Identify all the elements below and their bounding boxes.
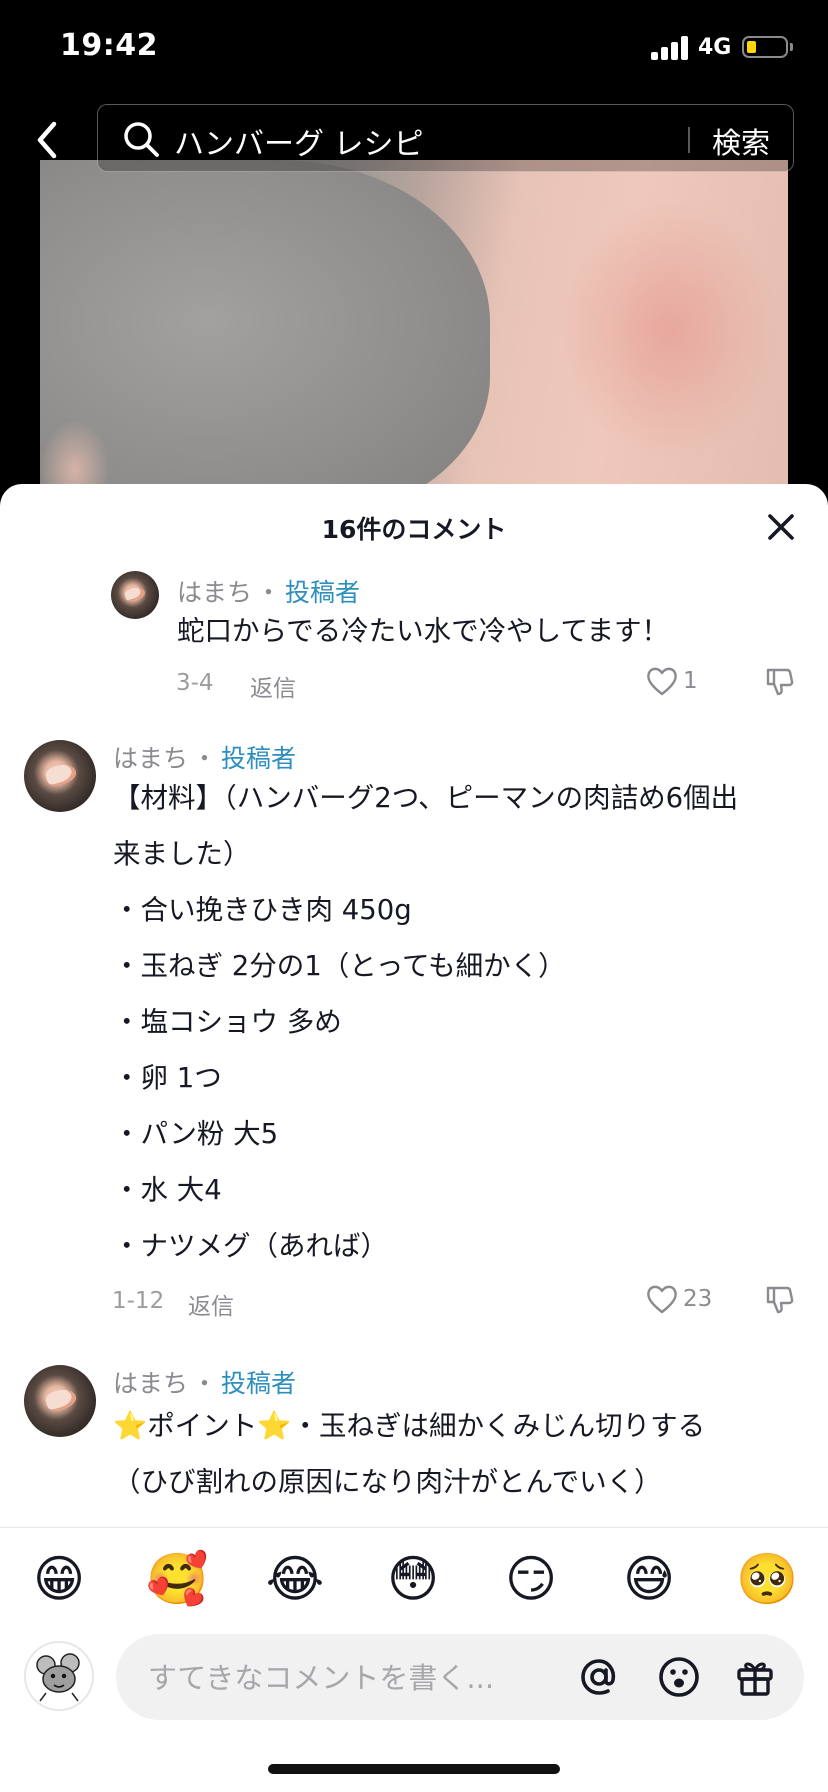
search-icon: [124, 122, 159, 157]
emoji-pleading-button[interactable]: 🥺: [736, 1548, 798, 1610]
emoji-picker-icon[interactable]: [656, 1654, 702, 1700]
comment-composer[interactable]: [116, 1634, 804, 1722]
avatar[interactable]: [24, 1365, 96, 1437]
comment-item: はまち・投稿者 ⭐ポイント⭐・玉ねぎは細かくみじん切りする （ひび割れの原因にな…: [0, 484, 828, 1524]
search-divider: [688, 127, 690, 153]
status-bar: 19:42 4G: [0, 0, 828, 100]
cellular-signal-icon: [651, 36, 691, 60]
author-name: はまち: [113, 1369, 189, 1398]
comment-author[interactable]: はまち・投稿者: [113, 1364, 296, 1400]
battery-cap: [790, 43, 793, 51]
current-user-avatar: [24, 1641, 94, 1711]
gift-icon[interactable]: [732, 1654, 778, 1700]
emoji-quick-bar: 😁 🥰 😂 😳 😏 😅 🥺: [0, 1548, 828, 1612]
search-submit-button[interactable]: 検索: [712, 120, 770, 162]
search-query[interactable]: ハンバーグ レシピ: [174, 119, 424, 163]
emoji-hearts-button[interactable]: 🥰: [146, 1548, 208, 1610]
search-bar[interactable]: ハンバーグ レシピ 検索: [97, 104, 794, 172]
comment-line: ⭐ポイント⭐・玉ねぎは細かくみじん切りする: [113, 1410, 706, 1442]
comment-input[interactable]: [146, 1634, 570, 1722]
emoji-flushed-button[interactable]: 😳: [382, 1548, 444, 1610]
comment-line: （ひび割れの原因になり肉汁がとんでいく）: [113, 1466, 662, 1498]
emoji-grin-button[interactable]: 😁: [28, 1548, 90, 1610]
back-button[interactable]: [30, 118, 70, 162]
author-role-badge: 投稿者: [221, 1369, 297, 1398]
network-type: 4G: [698, 35, 732, 60]
home-indicator: [268, 1764, 560, 1774]
chevron-left-icon: [37, 121, 57, 159]
author-separator: ・: [192, 1369, 218, 1398]
emoji-smirk-button[interactable]: 😏: [500, 1548, 562, 1610]
video-preview[interactable]: [40, 160, 788, 500]
emoji-sweat-smile-button[interactable]: 😅: [618, 1548, 680, 1610]
battery-icon: [742, 36, 788, 58]
mouse-cartoon-icon: [36, 1653, 80, 1702]
status-time: 19:42: [60, 28, 158, 63]
mention-icon[interactable]: [576, 1654, 622, 1700]
emoji-laugh-button[interactable]: 😂: [264, 1548, 326, 1610]
comment-text: ⭐ポイント⭐・玉ねぎは細かくみじん切りする （ひび割れの原因になり肉汁がとんでい…: [113, 1398, 705, 1510]
composer-divider: [0, 1527, 828, 1528]
